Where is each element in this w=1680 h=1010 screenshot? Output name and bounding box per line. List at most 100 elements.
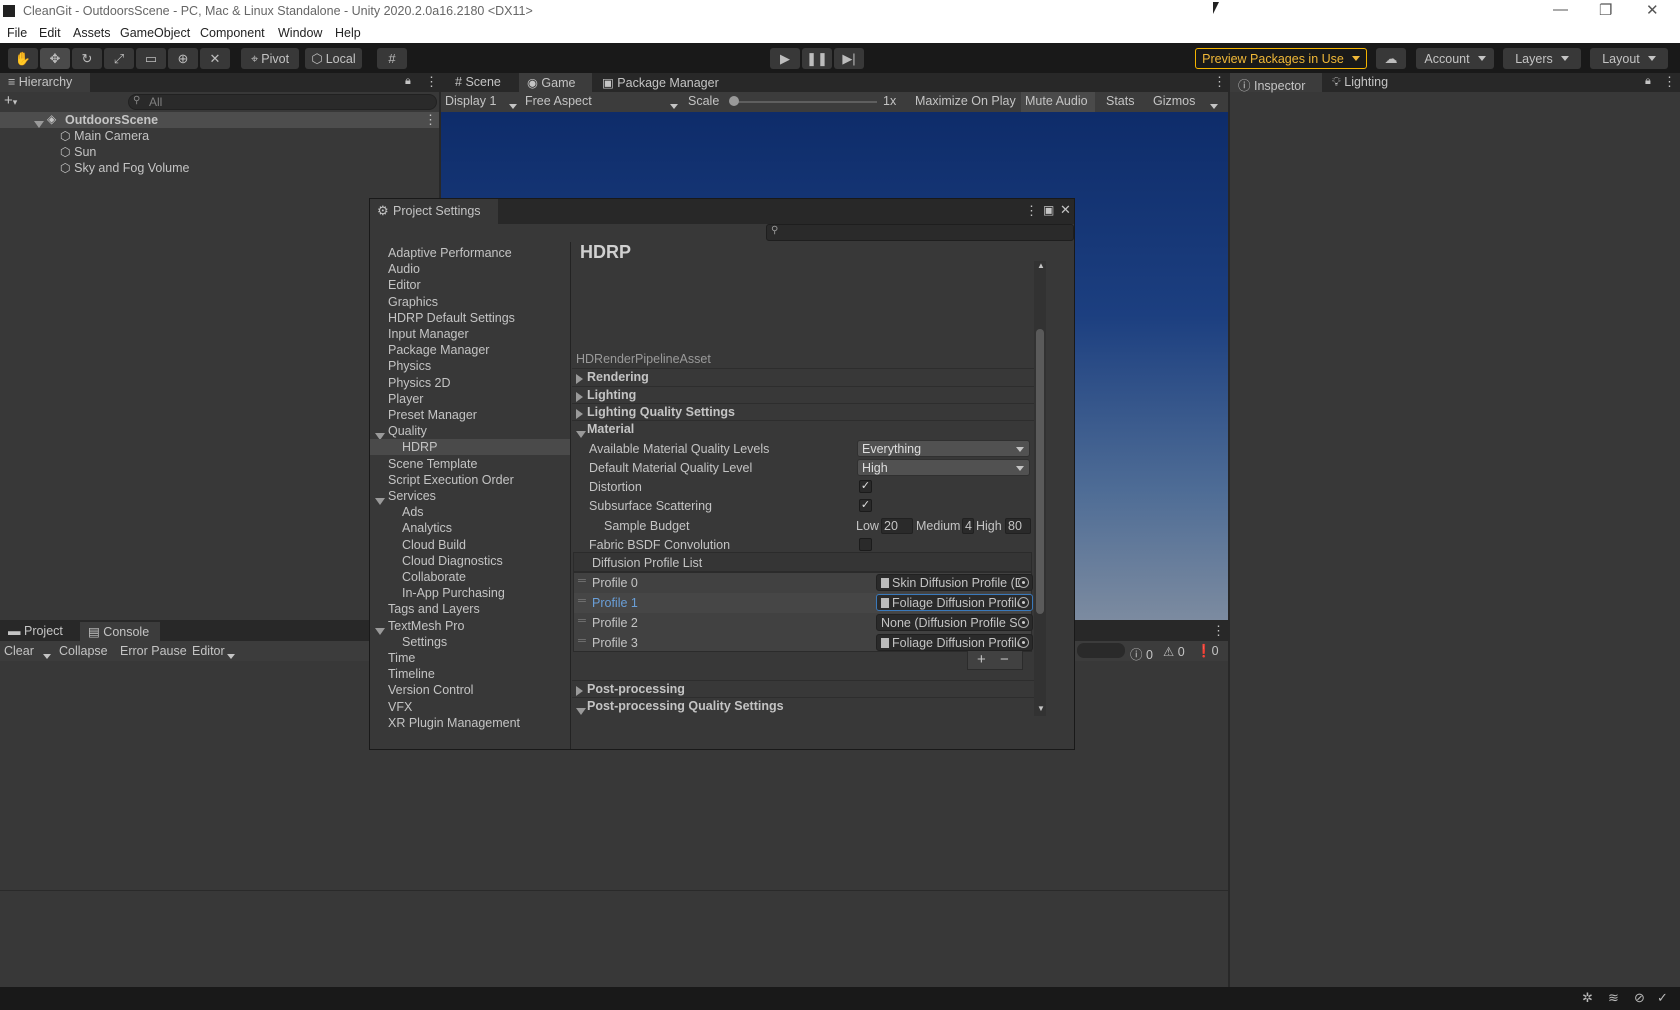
nav-item-cloud-diagnostics[interactable]: Cloud Diagnostics xyxy=(402,554,503,568)
hierarchy-item[interactable]: ⬡ Sun xyxy=(60,144,96,160)
scale-tool-button[interactable]: ⤢ xyxy=(104,48,134,69)
stats-toggle[interactable]: Stats xyxy=(1106,94,1135,108)
nav-item-physics[interactable]: Physics xyxy=(388,359,431,373)
nav-item-adaptive-performance[interactable]: Adaptive Performance xyxy=(388,246,512,260)
rotate-tool-button[interactable]: ↻ xyxy=(72,48,102,69)
nav-item-vfx[interactable]: VFX xyxy=(388,700,412,714)
nav-item-quality[interactable]: Quality xyxy=(388,424,427,438)
section-rendering[interactable]: Rendering xyxy=(587,370,649,384)
rect-tool-button[interactable]: ▭ xyxy=(136,48,166,69)
collapse-arrow-icon[interactable] xyxy=(576,703,586,718)
hand-tool-button[interactable]: ✋ xyxy=(8,48,38,69)
diffusion-profile-row[interactable]: ═ Profile 2 None (Diffusion Profile Se xyxy=(574,613,1033,633)
step-button[interactable]: ▶| xyxy=(834,48,864,69)
console-split-divider[interactable] xyxy=(0,890,1228,891)
collapse-arrow-icon[interactable] xyxy=(375,493,385,508)
diffusion-profile-row[interactable]: ═ Profile 0 Skin Diffusion Profile (D xyxy=(574,573,1033,593)
tab-package-manager[interactable]: ▣ Package Manager xyxy=(594,73,734,92)
scroll-down-icon[interactable]: ▼ xyxy=(1037,704,1045,713)
more-options-icon[interactable]: ⋮ xyxy=(1663,74,1676,90)
collapse-toggle[interactable]: Collapse xyxy=(59,644,108,658)
close-button[interactable]: ✕ xyxy=(1646,1,1659,19)
diffusion-profile-row[interactable]: ═ Profile 1 Foliage Diffusion Profile xyxy=(574,593,1033,613)
profile-object-field[interactable]: Foliage Diffusion Profile xyxy=(876,634,1033,651)
grid-snap-button[interactable]: # xyxy=(377,48,407,69)
drag-handle-icon[interactable]: ═ xyxy=(578,635,586,647)
warning-count-toggle[interactable]: ⚠ 0 xyxy=(1163,644,1185,659)
nav-item-cloud-build[interactable]: Cloud Build xyxy=(402,538,466,552)
diffusion-profile-row[interactable]: ═ Profile 3 Foliage Diffusion Profile xyxy=(574,633,1033,653)
clear-button[interactable]: Clear xyxy=(4,644,34,658)
add-profile-button[interactable]: + xyxy=(977,651,986,668)
profile-object-field[interactable]: Foliage Diffusion Profile xyxy=(876,594,1033,611)
collapse-arrow-icon[interactable] xyxy=(576,426,586,441)
nav-item-player[interactable]: Player xyxy=(388,392,423,406)
nav-item-xr-plugin-management[interactable]: XR Plugin Management xyxy=(388,716,520,730)
distortion-checkbox[interactable]: ✓ xyxy=(859,480,872,493)
move-tool-button[interactable]: ✥ xyxy=(40,48,70,69)
drag-handle-icon[interactable]: ═ xyxy=(578,575,586,587)
nav-item-ads[interactable]: Ads xyxy=(402,505,424,519)
close-icon[interactable]: ✕ xyxy=(1060,202,1071,218)
object-picker-icon[interactable] xyxy=(1018,577,1029,588)
more-options-icon[interactable]: ⋮ xyxy=(1213,74,1226,90)
expand-arrow-icon[interactable] xyxy=(34,116,44,131)
project-settings-tab[interactable]: ⚙ Project Settings xyxy=(370,199,498,224)
section-lighting-quality[interactable]: Lighting Quality Settings xyxy=(587,405,735,419)
nav-item-in-app-purchasing[interactable]: In-App Purchasing xyxy=(402,586,505,600)
hierarchy-item[interactable]: ⬡ Main Camera xyxy=(60,128,149,144)
more-options-icon[interactable]: ⋮ xyxy=(1212,623,1225,639)
nav-item-collaborate[interactable]: Collaborate xyxy=(402,570,466,584)
hierarchy-item[interactable]: ⬡ Sky and Fog Volume xyxy=(60,160,189,176)
lock-icon[interactable]: 🔒︎ xyxy=(1645,75,1651,88)
low-sample-field[interactable]: 20 xyxy=(881,518,913,534)
tab-lighting[interactable]: 💡︎ Lighting xyxy=(1324,73,1404,92)
info-count-toggle[interactable]: ⓘ 0 xyxy=(1130,644,1153,663)
subsurface-scattering-checkbox[interactable]: ✓ xyxy=(859,499,872,512)
scale-slider-track[interactable] xyxy=(731,101,877,103)
nav-item-tags-and-layers[interactable]: Tags and Layers xyxy=(388,602,480,616)
nav-item-physics-2d[interactable]: Physics 2D xyxy=(388,376,451,390)
object-picker-icon[interactable] xyxy=(1018,617,1029,628)
tab-console[interactable]: ▤ Console xyxy=(80,622,160,641)
preview-packages-dropdown[interactable]: Preview Packages in Use xyxy=(1195,48,1367,69)
scroll-up-icon[interactable]: ▲ xyxy=(1037,261,1045,270)
pause-button[interactable]: ❚❚ xyxy=(802,48,832,69)
nav-item-package-manager[interactable]: Package Manager xyxy=(388,343,489,357)
high-sample-field[interactable]: 80 xyxy=(1005,518,1031,534)
hierarchy-search-input[interactable]: ⚲ All xyxy=(128,94,437,110)
section-post-processing-quality[interactable]: Post-processing Quality Settings xyxy=(587,699,784,713)
profile-object-field[interactable]: Skin Diffusion Profile (D xyxy=(876,574,1033,591)
menu-gameobject[interactable]: GameObject xyxy=(120,26,190,40)
drag-handle-icon[interactable]: ═ xyxy=(578,615,586,627)
more-options-icon[interactable]: ⋮ xyxy=(1025,203,1038,219)
nav-item-script-execution-order[interactable]: Script Execution Order xyxy=(388,473,514,487)
local-toggle[interactable]: ⬡ Local xyxy=(305,48,362,69)
menu-edit[interactable]: Edit xyxy=(39,26,61,40)
layout-dropdown[interactable]: Layout xyxy=(1590,48,1668,69)
account-dropdown[interactable]: Account xyxy=(1416,48,1494,69)
display-dropdown[interactable]: Display 1 xyxy=(445,94,496,108)
maximize-on-play-toggle[interactable]: Maximize On Play xyxy=(915,94,1016,108)
nav-item-graphics[interactable]: Graphics xyxy=(388,295,438,309)
console-search-input[interactable] xyxy=(1077,643,1125,658)
tab-game[interactable]: ◉ Game xyxy=(519,73,592,92)
editor-dropdown[interactable]: Editor xyxy=(192,644,225,658)
nav-item-editor[interactable]: Editor xyxy=(388,278,421,292)
create-dropdown[interactable]: +▾ xyxy=(4,93,30,110)
scale-slider-handle[interactable] xyxy=(729,96,739,106)
mute-audio-toggle[interactable]: Mute Audio xyxy=(1025,94,1088,108)
bug-icon[interactable]: ✲ xyxy=(1582,990,1593,1006)
check-icon[interactable]: ✓ xyxy=(1657,990,1668,1006)
object-picker-icon[interactable] xyxy=(1018,637,1029,648)
menu-help[interactable]: Help xyxy=(335,26,361,40)
tab-scene[interactable]: # Scene xyxy=(447,73,517,92)
settings-scrollbar[interactable]: ▲ ▼ xyxy=(1034,261,1046,716)
object-picker-icon[interactable] xyxy=(1018,597,1029,608)
remove-profile-button[interactable]: − xyxy=(1000,651,1009,668)
restore-button[interactable]: ❐ xyxy=(1599,1,1612,19)
cloud-button[interactable]: ☁ xyxy=(1376,48,1406,69)
maximize-icon[interactable]: ▣ xyxy=(1043,203,1054,217)
tab-inspector[interactable]: ⓘ Inspector xyxy=(1230,73,1322,93)
nav-item-preset-manager[interactable]: Preset Manager xyxy=(388,408,477,422)
